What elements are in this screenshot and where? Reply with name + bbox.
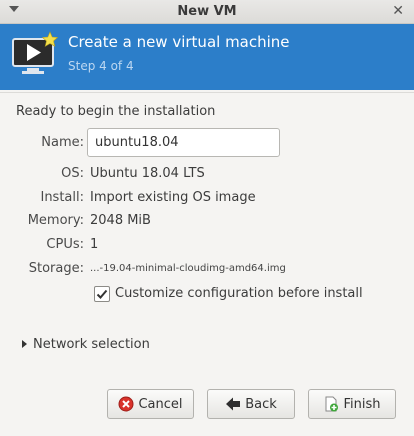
finish-button-label: Finish <box>343 396 381 412</box>
divider <box>0 92 414 93</box>
cpus-value: 1 <box>90 237 99 252</box>
storage-label: Storage: <box>28 261 84 276</box>
back-button-label: Back <box>245 396 277 412</box>
cancel-button[interactable]: Cancel <box>107 389 194 419</box>
os-value: Ubuntu 18.04 LTS <box>90 166 205 181</box>
name-label: Name: <box>41 135 84 150</box>
cancel-icon <box>118 396 134 412</box>
install-value: Import existing OS image <box>90 190 256 205</box>
step-indicator: Step 4 of 4 <box>68 59 134 73</box>
chevron-right-icon <box>22 340 27 348</box>
back-button[interactable]: Back <box>207 389 295 419</box>
customize-checkbox[interactable] <box>94 286 110 302</box>
close-icon[interactable]: ✕ <box>392 3 404 19</box>
banner-heading: Create a new virtual machine <box>68 33 290 51</box>
install-label: Install: <box>40 190 84 205</box>
window-title: New VM <box>177 4 237 19</box>
memory-label: Memory: <box>27 213 84 228</box>
cancel-button-label: Cancel <box>138 396 183 412</box>
cpus-label: CPUs: <box>46 237 84 252</box>
checkmark-icon <box>96 289 108 299</box>
customize-label: Customize configuration before install <box>115 286 363 301</box>
name-input[interactable] <box>87 128 280 157</box>
header-banner: Create a new virtual machine Step 4 of 4 <box>0 24 414 90</box>
finish-button[interactable]: Finish <box>308 389 396 419</box>
storage-value: ...-19.04-minimal-cloudimg-amd64.img <box>90 263 286 274</box>
finish-icon <box>325 396 339 412</box>
window-titlebar: New VM ✕ <box>0 0 414 24</box>
section-title: Ready to begin the installation <box>16 104 216 119</box>
network-selection-label: Network selection <box>33 337 150 352</box>
os-label: OS: <box>61 166 84 181</box>
virtual-machine-icon <box>12 31 58 74</box>
back-arrow-icon <box>226 397 241 411</box>
memory-value: 2048 MiB <box>90 213 151 228</box>
